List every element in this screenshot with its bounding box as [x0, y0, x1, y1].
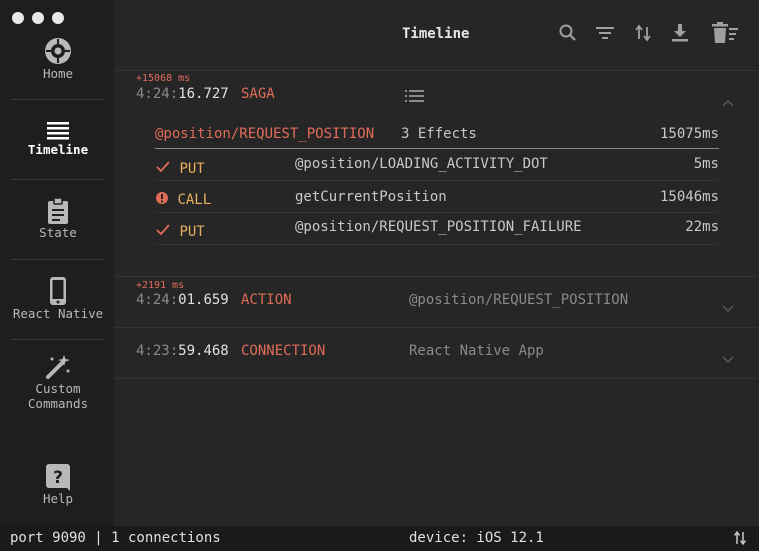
effect-duration: 5ms: [693, 156, 719, 172]
effect-type: PUT: [155, 160, 205, 177]
sidebar-item-custom-commands[interactable]: Custom Commands: [12, 353, 104, 411]
row-kind: CONNECTION: [241, 343, 326, 359]
saga-effect-row: PUT @position/REQUEST_POSITION_FAILURE 2…: [155, 214, 719, 245]
sidebar-item-timeline[interactable]: Timeline: [12, 120, 104, 157]
effect-name: @position/LOADING_ACTIVITY_DOT: [295, 156, 548, 172]
window-controls: [12, 12, 64, 24]
divider: [114, 327, 759, 328]
row-summary: @position/REQUEST_POSITION: [409, 292, 629, 308]
divider: [114, 70, 759, 71]
sidebar-item-home[interactable]: Home: [12, 36, 104, 81]
saga-effect-row: PUT @position/LOADING_ACTIVITY_DOT 5ms: [155, 150, 719, 181]
sort-arrows-icon: [632, 24, 654, 48]
sidebar-item-label: State: [39, 225, 77, 240]
reactotron-logo-icon: [12, 36, 104, 66]
checkmark-icon: [155, 161, 171, 177]
sidebar-item-label: Custom Commands: [27, 381, 89, 411]
sidebar-item-label: Timeline: [27, 142, 89, 157]
effect-type: PUT: [155, 223, 205, 240]
sidebar-divider: [12, 99, 104, 100]
filter-button[interactable]: [594, 22, 616, 44]
filter-icon: [594, 27, 616, 48]
effect-duration: 15046ms: [659, 189, 719, 205]
list-icon[interactable]: [405, 88, 425, 108]
sidebar-divider: [12, 259, 104, 260]
trash-icon: [711, 22, 739, 48]
minimize-window-button[interactable]: [32, 12, 44, 24]
checkmark-icon: [155, 224, 171, 240]
timeline-icon: [12, 120, 104, 142]
download-button[interactable]: [669, 22, 691, 44]
sidebar-item-label: Home: [42, 66, 74, 81]
search-icon: [557, 24, 579, 48]
sort-arrows-icon[interactable]: [733, 530, 747, 550]
connection-status: port 9090 | 1 connections: [10, 530, 221, 546]
sidebar-item-state[interactable]: State: [12, 197, 104, 240]
sidebar-divider: [12, 179, 104, 180]
help-icon: ?: [12, 463, 104, 491]
row-summary: React Native App: [409, 343, 544, 359]
zoom-window-button[interactable]: [52, 12, 64, 24]
row-kind: SAGA: [241, 86, 275, 102]
saga-effect-count: 3 Effects: [401, 126, 477, 142]
row-kind: ACTION: [241, 292, 292, 308]
magic-wand-icon: [12, 353, 104, 381]
row-time: 4:24:16.727: [136, 86, 229, 102]
reverse-order-button[interactable]: [632, 22, 654, 44]
device-status: device: iOS 12.1: [409, 530, 544, 546]
effect-name: @position/REQUEST_POSITION_FAILURE: [295, 219, 582, 235]
chevron-up-icon[interactable]: [722, 92, 734, 107]
divider: [114, 378, 759, 379]
row-delta: +2191 ms: [136, 280, 185, 291]
effect-name: getCurrentPosition: [295, 189, 447, 205]
chevron-down-icon[interactable]: [722, 298, 734, 313]
effect-type: CALL: [155, 191, 211, 208]
sidebar-divider: [12, 339, 104, 340]
sidebar-item-label: React Native: [12, 306, 104, 321]
row-delta: +15068 ms: [136, 73, 191, 84]
main-panel: Timeline +15068 ms 4:24:16.727 SAGA @pos…: [114, 0, 759, 526]
effect-duration: 22ms: [685, 219, 719, 235]
saga-effect-row: CALL getCurrentPosition 15046ms: [155, 182, 719, 213]
svg-text:?: ?: [53, 468, 63, 488]
sidebar-item-react-native[interactable]: React Native: [12, 276, 104, 321]
status-bar: port 9090 | 1 connections device: iOS 12…: [0, 526, 759, 551]
page-title: Timeline: [402, 26, 470, 42]
clipboard-icon: [12, 197, 104, 225]
saga-duration: 15075ms: [659, 126, 719, 142]
saga-effects-header: @position/REQUEST_POSITION 3 Effects 150…: [155, 126, 719, 149]
saga-name: @position/REQUEST_POSITION: [155, 126, 375, 142]
row-time: 4:23:59.468: [136, 343, 229, 359]
sidebar: Home Timeline State React Native Custom …: [0, 0, 114, 526]
clear-button[interactable]: [711, 22, 739, 44]
row-time: 4:24:01.659: [136, 292, 229, 308]
download-icon: [669, 24, 691, 48]
divider: [114, 276, 759, 277]
phone-icon: [12, 276, 104, 306]
chevron-down-icon[interactable]: [722, 349, 734, 364]
sidebar-item-help[interactable]: ? Help: [12, 463, 104, 506]
sidebar-item-label: Help: [42, 491, 74, 506]
error-icon: [155, 192, 169, 208]
search-button[interactable]: [557, 22, 579, 44]
close-window-button[interactable]: [12, 12, 24, 24]
